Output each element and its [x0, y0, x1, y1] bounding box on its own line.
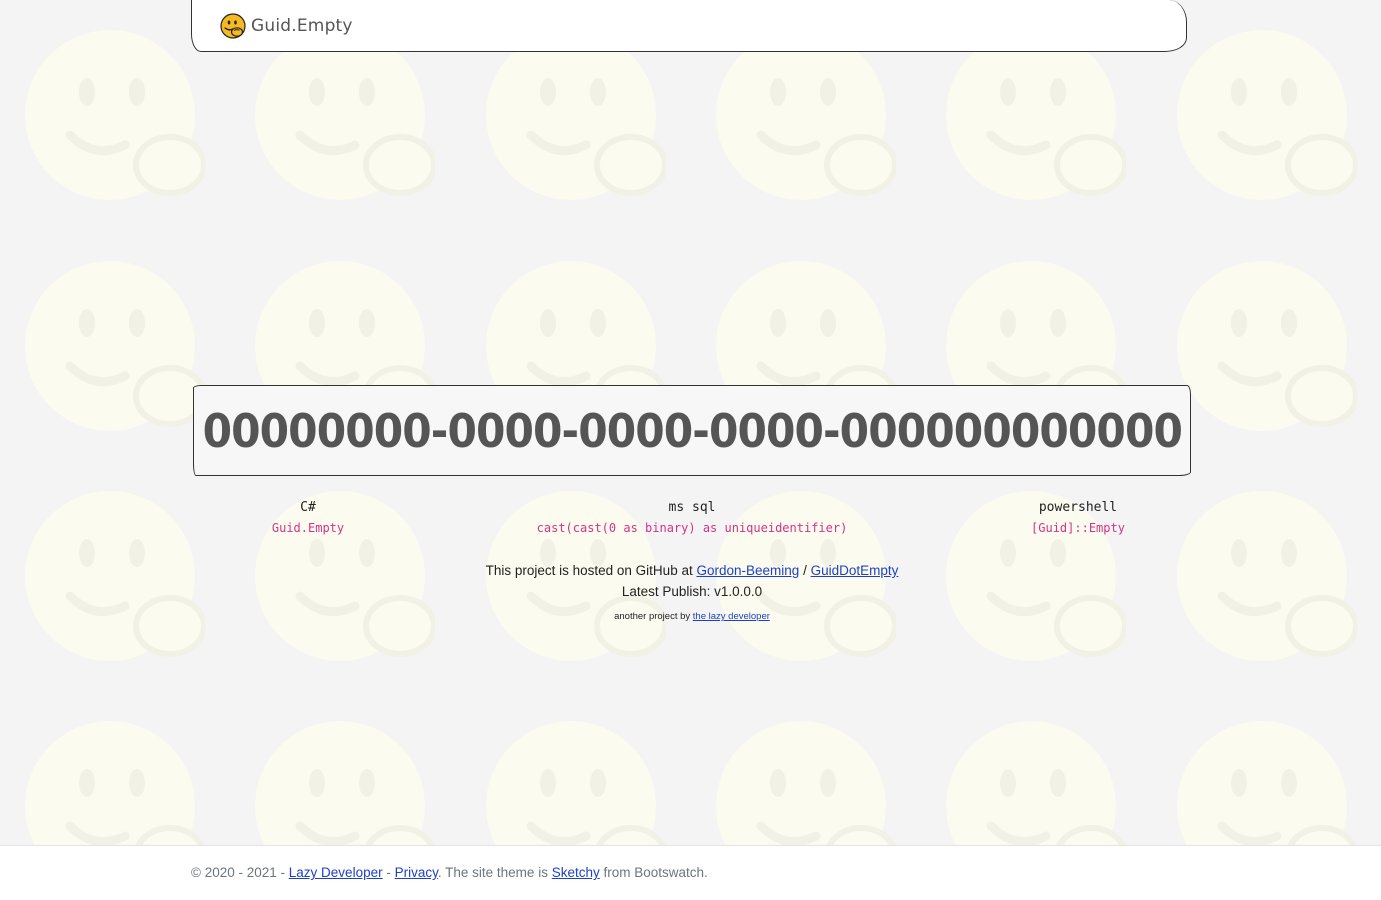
brand-link[interactable]: Guid.Empty — [220, 13, 353, 39]
copyright-text: © 2020 - 2021 - — [191, 865, 286, 880]
footer-lazy-developer-link[interactable]: Lazy Developer — [289, 865, 383, 880]
code-snippet[interactable]: Guid.Empty — [208, 521, 408, 535]
lazy-developer-link[interactable]: the lazy developer — [693, 611, 770, 622]
code-example-powershell: powershell [Guid]::Empty — [978, 500, 1178, 535]
github-repo-link[interactable]: GuidDotEmpty — [811, 563, 899, 578]
code-example-csharp: C# Guid.Empty — [208, 500, 408, 535]
brand-text: Guid.Empty — [251, 16, 353, 36]
separator-text: / — [803, 563, 807, 578]
from-bootswatch-text: from Bootswatch. — [603, 865, 708, 880]
background-smiley-icon — [1177, 491, 1357, 661]
theme-text: . The site theme is — [437, 865, 548, 880]
code-language-label: powershell — [1038, 500, 1118, 515]
github-hosted-line: This project is hosted on GitHub at Gord… — [193, 563, 1191, 578]
empty-guid-value[interactable]: 00000000-0000-0000-0000-000000000000 — [202, 404, 1182, 458]
background-smiley-icon — [486, 721, 666, 845]
another-project-prefix: another project by — [614, 611, 691, 622]
publish-label: Latest Publish: — [621, 584, 711, 599]
publish-version: v1.0.0.0 — [714, 584, 763, 599]
face-with-hand-over-mouth-icon — [220, 13, 246, 39]
background-smiley-icon — [716, 721, 896, 845]
code-language-label: ms sql — [668, 500, 716, 515]
background-smiley-icon — [1177, 721, 1357, 845]
background-smiley-icon — [25, 30, 205, 200]
navbar: Guid.Empty — [191, 0, 1187, 52]
background-smiley-icon — [946, 30, 1126, 200]
background-smiley-icon — [716, 30, 896, 200]
code-example-mssql: ms sql cast(cast(0 as binary) as uniquei… — [492, 500, 892, 535]
background-smiley-icon — [255, 721, 435, 845]
background-smiley-icon — [255, 30, 435, 200]
background-smiley-icon — [1177, 30, 1357, 200]
background-smiley-icon — [25, 491, 205, 661]
background-smiley-icon — [946, 721, 1126, 845]
privacy-link[interactable]: Privacy — [395, 865, 438, 880]
sketchy-link[interactable]: Sketchy — [552, 865, 600, 880]
code-snippet[interactable]: cast(cast(0 as binary) as uniqueidentifi… — [492, 521, 892, 535]
background-smiley-icon — [25, 261, 205, 431]
footer-dash: - — [386, 865, 391, 880]
latest-publish-line: Latest Publish: v1.0.0.0 — [193, 584, 1191, 599]
background-smiley-icon — [1177, 261, 1357, 431]
code-language-label: C# — [300, 500, 316, 515]
guid-display-box: 00000000-0000-0000-0000-000000000000 — [193, 385, 1191, 476]
hosted-prefix-text: This project is hosted on GitHub at — [485, 563, 693, 578]
background-smiley-icon — [25, 721, 205, 845]
footer-text: © 2020 - 2021 - Lazy Developer - Privacy… — [191, 865, 708, 880]
code-snippet[interactable]: [Guid]::Empty — [978, 521, 1178, 535]
another-project-line: another project by the lazy developer — [193, 611, 1191, 622]
github-user-link[interactable]: Gordon-Beeming — [696, 563, 799, 578]
footer: © 2020 - 2021 - Lazy Developer - Privacy… — [0, 845, 1381, 900]
background-smiley-icon — [486, 30, 666, 200]
